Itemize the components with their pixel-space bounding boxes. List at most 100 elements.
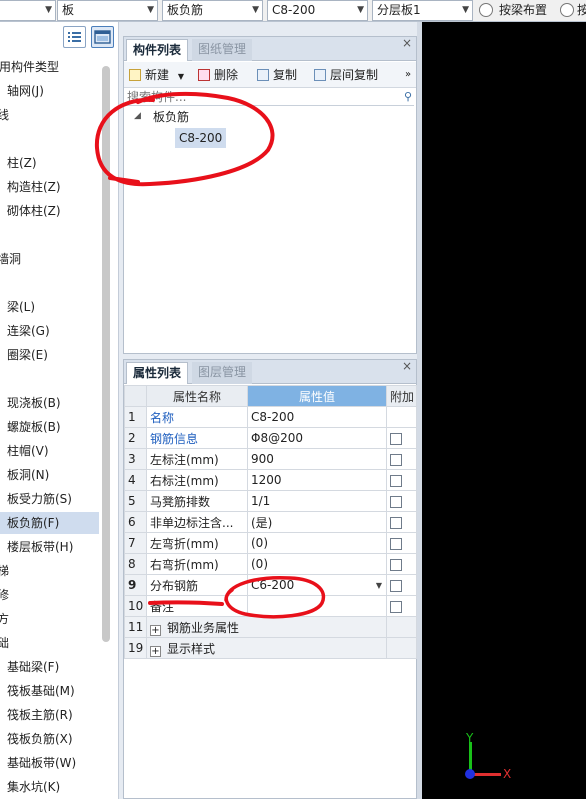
nav-group-line[interactable]: 线	[0, 104, 96, 126]
nav-item-floor-slab-strip[interactable]: 楼层板带(H)	[7, 536, 106, 558]
nav-item-raft-negative-rebar[interactable]: 筏板负筋(X)	[7, 728, 106, 750]
property-name: 分布钢筋	[146, 574, 248, 596]
property-group-label[interactable]: + 显示样式	[146, 637, 387, 659]
nav-group-wall-opening[interactable]: 墙洞	[0, 248, 96, 270]
nav-item-foundation-beam[interactable]: 基础梁(F)	[7, 656, 106, 678]
component-nav-tree: 用构件类型 轴网(J) 线 柱(Z) 构造柱(Z) 砌体柱(Z) 墙洞 梁(L)…	[0, 22, 119, 799]
chevron-down-icon: ▼	[462, 5, 469, 15]
property-value-header: 属性值	[247, 385, 387, 407]
nav-item-raft-main-rebar[interactable]: 筏板主筋(R)	[7, 704, 106, 726]
table-row[interactable]: 4 右标注(mm) 1200	[124, 469, 417, 491]
property-name: 钢筋信息	[146, 427, 248, 449]
nav-item-slab-negative-rebar[interactable]: 板负筋(F)	[0, 512, 99, 534]
extra-checkbox[interactable]	[390, 495, 402, 508]
table-row[interactable]: 7 左弯折(mm) (0)	[124, 532, 417, 554]
new-button-label: 新建	[145, 68, 170, 82]
property-group-label[interactable]: + 钢筋业务属性	[146, 616, 387, 638]
list-view-button[interactable]	[63, 26, 86, 48]
panel-view-button[interactable]	[91, 26, 114, 48]
combo-layer[interactable]: 分层板1 ▼	[372, 0, 473, 21]
nav-item-common-types[interactable]: 用构件类型	[0, 56, 98, 78]
extra-checkbox[interactable]	[390, 537, 402, 550]
close-icon[interactable]: ×	[402, 36, 412, 50]
nav-item-slab-opening[interactable]: 板洞(N)	[7, 464, 106, 486]
table-row[interactable]: 10 备注	[124, 595, 417, 617]
extra-checkbox[interactable]	[390, 453, 402, 466]
nav-group-finish[interactable]: 修	[0, 584, 96, 606]
expand-icon[interactable]: +	[150, 624, 161, 636]
distribution-rebar-select[interactable]: C6-200 ▼	[247, 574, 387, 596]
nav-item-sump-pit[interactable]: 集水坑(K)	[7, 776, 106, 798]
delete-button[interactable]: 删除	[198, 66, 238, 84]
property-value[interactable]: (0)	[247, 532, 387, 554]
property-extra-header: 附加	[386, 385, 417, 407]
nav-group-earthwork[interactable]: 方	[0, 608, 96, 630]
nav-scrollbar[interactable]	[102, 66, 110, 642]
table-row[interactable]: 2 钢筋信息 Φ8@200	[124, 427, 417, 449]
nav-group-stair[interactable]: 梯	[0, 560, 96, 582]
combo-category[interactable]: ▼	[0, 0, 56, 21]
table-row[interactable]: 1 名称 C8-200	[124, 406, 417, 428]
search-input[interactable]	[126, 89, 394, 105]
nav-item-beam[interactable]: 梁(L)	[7, 296, 106, 318]
combo-type[interactable]: 板 ▼	[57, 0, 158, 21]
nav-item-column[interactable]: 柱(Z)	[7, 152, 106, 174]
table-row-group[interactable]: 11 + 钢筋业务属性	[124, 616, 417, 638]
tree-node-component[interactable]: C8-200	[175, 128, 227, 148]
tab-drawing-management[interactable]: 图纸管理	[192, 39, 253, 61]
nav-item-foundation-strip[interactable]: 基础板带(W)	[7, 752, 106, 774]
row-number: 11	[124, 616, 147, 638]
nav-item-column-cap[interactable]: 柱帽(V)	[7, 440, 106, 462]
property-value[interactable]: 900	[247, 448, 387, 470]
nav-group-foundation[interactable]: 础	[0, 632, 96, 654]
close-icon[interactable]: ×	[402, 359, 412, 373]
nav-item-raft-foundation[interactable]: 筏板基础(M)	[7, 680, 106, 702]
floor-copy-button-label: 层间复制	[330, 68, 379, 82]
floor-copy-button[interactable]: 层间复制	[314, 66, 378, 84]
tab-component-list[interactable]: 构件列表	[126, 39, 189, 61]
property-value[interactable]: (0)	[247, 553, 387, 575]
drawing-canvas[interactable]	[422, 22, 586, 799]
expand-icon[interactable]: +	[150, 645, 161, 657]
chevron-down-icon[interactable]: ▼	[376, 576, 382, 595]
more-tools-icon[interactable]: »	[405, 66, 411, 84]
property-value[interactable]: Φ8@200	[247, 427, 387, 449]
copy-button[interactable]: 复制	[257, 66, 297, 84]
table-row[interactable]: 8 右弯折(mm) (0)	[124, 553, 417, 575]
property-value[interactable]: C8-200	[247, 406, 387, 428]
nav-item-spiral-slab[interactable]: 螺旋板(B)	[7, 416, 106, 438]
nav-item-construction-column[interactable]: 构造柱(Z)	[7, 176, 106, 198]
table-row[interactable]: 5 马凳筋排数 1/1	[124, 490, 417, 512]
radio-second-option[interactable]	[560, 3, 574, 17]
table-row-group[interactable]: 19 + 显示样式	[124, 637, 417, 659]
property-value[interactable]: 1/1	[247, 490, 387, 512]
extra-checkbox[interactable]	[390, 432, 402, 445]
radio-beam-layout[interactable]	[479, 3, 493, 17]
property-value[interactable]: 1200	[247, 469, 387, 491]
table-row[interactable]: 6 非单边标注含... (是)	[124, 511, 417, 533]
nav-item-slab-main-rebar[interactable]: 板受力筋(S)	[7, 488, 106, 510]
nav-item-link-beam[interactable]: 连梁(G)	[7, 320, 106, 342]
extra-checkbox[interactable]	[390, 516, 402, 529]
tab-property-list[interactable]: 属性列表	[126, 362, 189, 384]
tree-collapse-icon[interactable]: ◢	[134, 106, 141, 126]
nav-item-ring-beam[interactable]: 圈梁(E)	[7, 344, 106, 366]
tree-node-root[interactable]: 板负筋	[153, 107, 189, 127]
property-value[interactable]	[247, 595, 387, 617]
combo-subtype[interactable]: 板负筋 ▼	[162, 0, 263, 21]
table-row[interactable]: 3 左标注(mm) 900	[124, 448, 417, 470]
new-button[interactable]: 新建 ▼	[129, 66, 184, 84]
property-extra-cell	[386, 469, 417, 491]
tab-layer-management[interactable]: 图层管理	[192, 362, 253, 384]
extra-checkbox[interactable]	[390, 558, 402, 571]
nav-item-masonry-column[interactable]: 砌体柱(Z)	[7, 200, 106, 222]
combo-component[interactable]: C8-200 ▼	[267, 0, 368, 21]
extra-checkbox[interactable]	[390, 600, 402, 613]
nav-item-axis-grid[interactable]: 轴网(J)	[7, 80, 106, 102]
extra-checkbox[interactable]	[390, 579, 402, 592]
extra-checkbox[interactable]	[390, 474, 402, 487]
table-row-active[interactable]: 9 分布钢筋 C6-200 ▼	[124, 574, 417, 596]
property-value[interactable]: (是)	[247, 511, 387, 533]
nav-item-cast-slab[interactable]: 现浇板(B)	[7, 392, 106, 414]
search-icon[interactable]: ⚲	[404, 90, 412, 103]
